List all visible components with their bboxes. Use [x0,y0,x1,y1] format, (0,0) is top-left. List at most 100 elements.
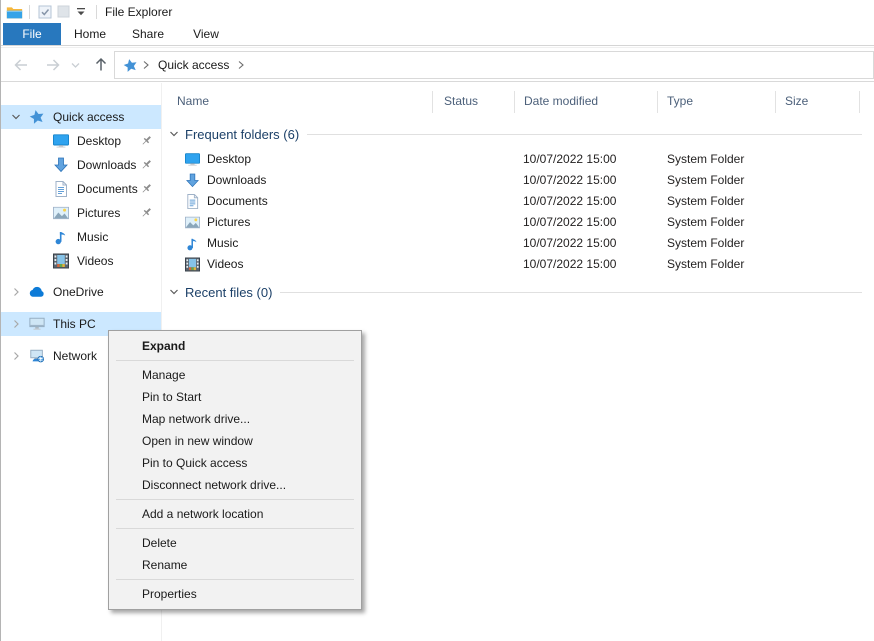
properties-icon[interactable] [36,3,54,21]
file-explorer-app-icon [6,5,23,19]
column-header-name[interactable]: Name [177,94,209,108]
file-name: Music [207,236,238,250]
documents-icon [53,181,69,197]
sidebar-item-onedrive[interactable]: OneDrive [1,280,161,304]
pictures-icon [185,215,200,230]
file-type: System Folder [667,152,744,166]
sidebar-item-label: Quick access [53,110,124,124]
chevron-down-icon[interactable] [9,112,23,122]
music-icon [185,236,200,251]
group-recent-files[interactable]: Recent files (0) [169,283,862,301]
group-divider-line [307,134,862,135]
column-divider[interactable] [514,91,515,113]
recent-locations-chevron-icon[interactable] [71,61,80,69]
file-type: System Folder [667,194,744,208]
file-row-downloads[interactable]: Downloads 10/07/2022 15:00 System Folder [162,170,874,191]
back-arrow-icon[interactable] [13,58,29,72]
documents-icon [185,194,200,209]
sidebar-item-label: OneDrive [53,285,104,299]
file-date-modified: 10/07/2022 15:00 [523,215,616,229]
column-header-size[interactable]: Size [785,94,808,108]
address-bar[interactable]: Quick access [114,51,874,79]
tab-home[interactable]: Home [61,23,119,45]
file-row-desktop[interactable]: Desktop 10/07/2022 15:00 System Folder [162,149,874,170]
navigation-bar: Quick access [1,47,874,82]
videos-icon [185,257,200,272]
sidebar-item-desktop[interactable]: Desktop [1,129,161,153]
menu-item-pin-to-start[interactable]: Pin to Start [109,386,361,408]
file-name: Pictures [207,215,250,229]
sidebar-item-label: Videos [77,254,113,268]
sidebar-item-music[interactable]: Music [1,225,161,249]
desktop-icon [53,133,69,149]
file-type: System Folder [667,215,744,229]
quick-access-star-icon [29,109,45,125]
chevron-right-icon[interactable] [9,319,23,329]
toolbar-divider [29,5,30,19]
menu-separator [116,579,354,580]
sidebar-item-label: Downloads [77,158,136,172]
chevron-down-icon[interactable] [169,129,179,139]
chevron-right-icon[interactable] [9,287,23,297]
quick-access-star-icon [123,58,138,73]
toolbar-divider [96,5,97,19]
breadcrumb-location[interactable]: Quick access [158,58,229,72]
window-title: File Explorer [105,5,172,19]
group-frequent-folders[interactable]: Frequent folders (6) [169,125,862,143]
sidebar-item-documents[interactable]: Documents [1,177,161,201]
column-divider[interactable] [657,91,658,113]
menu-item-disconnect-network-drive[interactable]: Disconnect network drive... [109,474,361,496]
tab-file[interactable]: File [3,23,61,45]
menu-item-map-network-drive[interactable]: Map network drive... [109,408,361,430]
tab-share[interactable]: Share [119,23,177,45]
menu-item-manage[interactable]: Manage [109,364,361,386]
menu-item-add-a-network-location[interactable]: Add a network location [109,503,361,525]
sidebar-item-pictures[interactable]: Pictures [1,201,161,225]
menu-item-expand[interactable]: Expand [109,335,361,357]
sidebar-item-label: This PC [53,317,96,331]
pin-icon [140,158,153,171]
file-date-modified: 10/07/2022 15:00 [523,173,616,187]
sidebar-item-label: Music [77,230,108,244]
sidebar-item-label: Documents [77,182,138,196]
tab-view[interactable]: View [177,23,235,45]
menu-item-properties[interactable]: Properties [109,583,361,605]
customize-toolbar-dropdown-icon[interactable] [72,3,90,21]
column-divider[interactable] [859,91,860,113]
column-header-date-modified[interactable]: Date modified [524,94,598,108]
pin-icon [140,206,153,219]
chevron-right-icon[interactable] [9,351,23,361]
up-arrow-icon[interactable] [94,57,108,72]
menu-item-open-in-new-window[interactable]: Open in new window [109,430,361,452]
new-folder-icon[interactable] [54,3,72,21]
menu-item-delete[interactable]: Delete [109,532,361,554]
title-bar: File Explorer [1,0,874,23]
menu-item-rename[interactable]: Rename [109,554,361,576]
file-row-videos[interactable]: Videos 10/07/2022 15:00 System Folder [162,254,874,275]
file-type: System Folder [667,173,744,187]
menu-separator [116,360,354,361]
chevron-down-icon[interactable] [169,287,179,297]
menu-separator [116,499,354,500]
column-header-status[interactable]: Status [444,94,478,108]
column-header-type[interactable]: Type [667,94,693,108]
sidebar-item-quick-access[interactable]: Quick access [1,105,161,129]
downloads-icon [53,157,69,173]
file-row-pictures[interactable]: Pictures 10/07/2022 15:00 System Folder [162,212,874,233]
sidebar-item-downloads[interactable]: Downloads [1,153,161,177]
videos-icon [53,253,69,269]
file-name: Videos [207,257,243,271]
file-date-modified: 10/07/2022 15:00 [523,152,616,166]
network-icon [29,348,45,364]
breadcrumb-chevron-icon[interactable] [237,60,245,70]
column-divider[interactable] [432,91,433,113]
menu-separator [116,528,354,529]
column-divider[interactable] [775,91,776,113]
sidebar-item-videos[interactable]: Videos [1,249,161,273]
menu-item-pin-to-quick-access[interactable]: Pin to Quick access [109,452,361,474]
file-date-modified: 10/07/2022 15:00 [523,257,616,271]
file-row-music[interactable]: Music 10/07/2022 15:00 System Folder [162,233,874,254]
file-row-documents[interactable]: Documents 10/07/2022 15:00 System Folder [162,191,874,212]
breadcrumb-chevron-icon[interactable] [142,60,150,70]
forward-arrow-icon[interactable] [45,58,61,72]
